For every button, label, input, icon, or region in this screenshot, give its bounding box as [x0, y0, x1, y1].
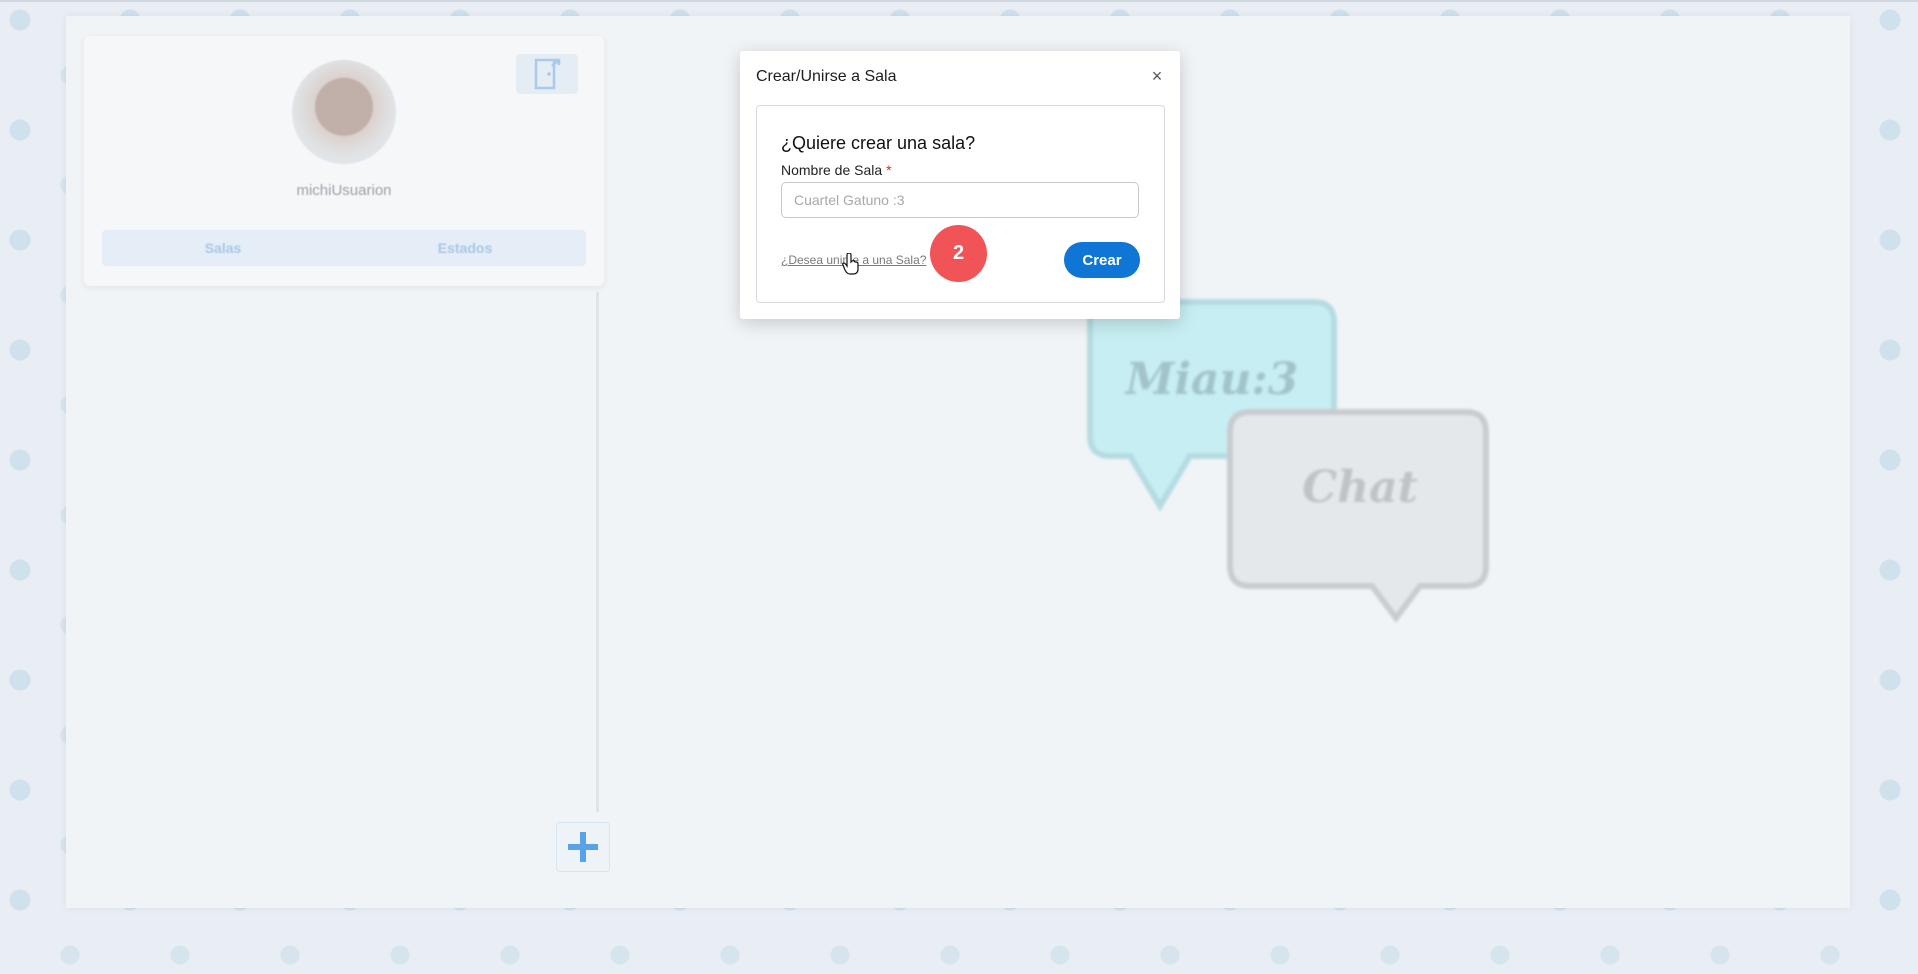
tab-bar: Salas Estados — [102, 230, 586, 266]
room-name-label: Nombre de Sala * — [781, 162, 892, 178]
room-name-label-text: Nombre de Sala — [781, 162, 883, 178]
door-exit-icon — [534, 58, 561, 90]
logout-button[interactable] — [516, 54, 578, 94]
create-button[interactable]: Crear — [1064, 242, 1140, 278]
room-name-input[interactable] — [781, 182, 1139, 218]
form-question: ¿Quiere crear una sala? — [781, 133, 976, 153]
close-icon[interactable]: × — [1148, 66, 1166, 86]
tab-salas[interactable]: Salas — [102, 230, 344, 266]
hand-pointer-icon — [842, 253, 859, 275]
bubble-1-text: Miau:3 — [1124, 354, 1299, 405]
step-badge: 2 — [930, 225, 987, 282]
profile-card: michiUsuarion Salas Estados — [84, 36, 604, 286]
required-marker: * — [886, 162, 892, 178]
bubble-gray — [1227, 409, 1489, 623]
plus-icon — [568, 832, 598, 862]
username: michiUsuarion — [296, 182, 392, 199]
list-scrollbar[interactable] — [596, 292, 599, 812]
dialog-title: Crear/Unirse a Sala — [756, 68, 897, 85]
tab-estados[interactable]: Estados — [344, 230, 586, 266]
welcome-illustration: Miau:3 Chat — [1087, 299, 1489, 623]
avatar — [292, 60, 396, 164]
bubble-2-text: Chat — [1302, 462, 1418, 513]
add-room-button[interactable] — [556, 822, 610, 872]
top-border — [0, 0, 1918, 2]
